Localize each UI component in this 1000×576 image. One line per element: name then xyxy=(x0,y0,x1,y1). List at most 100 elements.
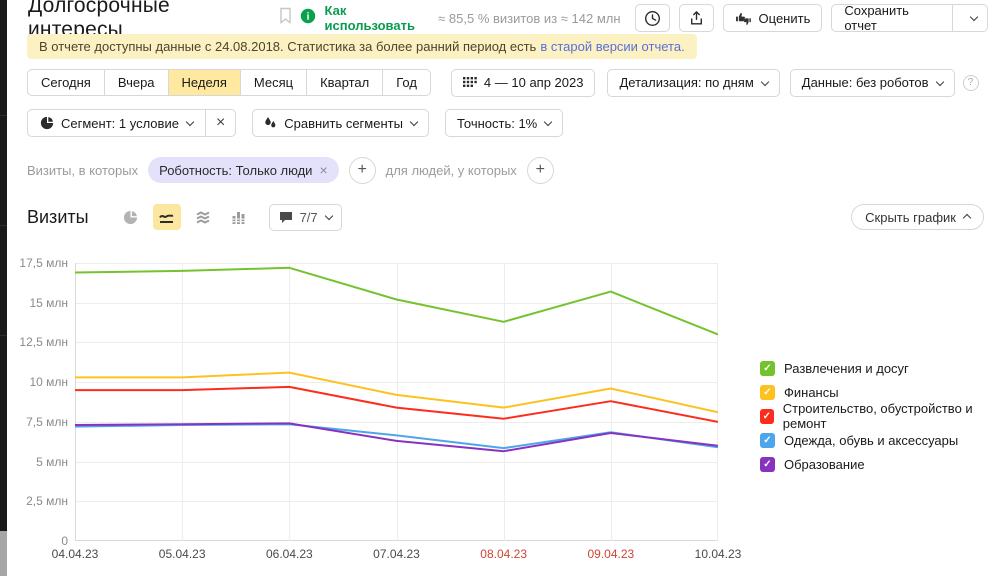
history-button[interactable] xyxy=(635,4,670,32)
help-icon[interactable]: ? xyxy=(963,75,979,91)
edge-divider xyxy=(0,115,7,116)
series-line xyxy=(75,424,718,448)
add-visit-condition-button[interactable]: + xyxy=(349,157,376,184)
series-count-dropdown[interactable]: 7/7 xyxy=(269,204,342,231)
chevron-down-icon xyxy=(761,77,769,85)
people-filter-label: для людей, у которых xyxy=(386,163,517,178)
chart-legend: ✓ Развлечения и досуг ✓ Финансы ✓Строительст… xyxy=(760,356,1000,476)
data-source-select[interactable]: Данные: без роботов xyxy=(790,69,955,97)
robots-filter-label: Роботность: Только люди xyxy=(159,163,312,178)
left-window-edge xyxy=(0,0,7,576)
info-icon: i xyxy=(300,8,316,29)
bookmark-icon[interactable] xyxy=(278,7,293,29)
legend-checkbox-icon[interactable]: ✓ xyxy=(760,385,775,400)
legend-item[interactable]: ✓ Развлечения и досуг xyxy=(760,356,1000,380)
metrica-report-page: Долгосрочные интересы i Как использовать… xyxy=(0,0,1000,576)
segment-button[interactable]: Сегмент: 1 условие xyxy=(28,110,205,136)
hide-chart-button[interactable]: Скрыть график xyxy=(851,204,984,230)
legend-label: Образование xyxy=(784,457,865,472)
x-tick-label: 05.04.23 xyxy=(147,547,217,561)
tab-quarter[interactable]: Квартал xyxy=(307,69,383,96)
y-tick-label: 10 млн xyxy=(4,375,68,389)
banner-text: В отчете доступны данные с 24.08.2018. С… xyxy=(39,39,536,54)
pie-segment-icon xyxy=(40,116,54,130)
y-tick-label: 12,5 млн xyxy=(4,335,68,349)
close-icon[interactable]: × xyxy=(319,162,327,178)
area-chart-type-button[interactable] xyxy=(189,204,217,230)
chevron-down-icon xyxy=(186,118,194,126)
series-count-label: 7/7 xyxy=(300,210,318,225)
x-tick-label: 10.04.23 xyxy=(683,547,753,561)
thumbs-icon xyxy=(735,11,752,25)
line-chart-type-button[interactable] xyxy=(153,204,181,230)
segment-clear-button[interactable]: × xyxy=(205,110,235,136)
data-availability-banner: В отчете доступны данные с 24.08.2018. С… xyxy=(27,34,697,59)
rate-button[interactable]: Оценить xyxy=(723,4,823,32)
save-report-menu-button[interactable] xyxy=(952,5,987,31)
old-report-link[interactable]: в старой версии отчета. xyxy=(540,39,684,54)
legend-label: Развлечения и досуг xyxy=(784,361,909,376)
how-to-use-link[interactable]: Как использовать xyxy=(325,3,439,33)
save-report-split-button: Сохранить отчет xyxy=(831,4,988,32)
legend-item[interactable]: ✓Одежда, обувь и аксессуары xyxy=(760,428,1000,452)
legend-checkbox-icon[interactable]: ✓ xyxy=(760,457,775,472)
legend-checkbox-icon[interactable]: ✓ xyxy=(760,409,774,424)
legend-checkbox-icon[interactable]: ✓ xyxy=(760,361,775,376)
column-chart-type-button[interactable] xyxy=(225,204,253,230)
chevron-down-icon xyxy=(970,13,978,21)
y-tick-label: 0 xyxy=(4,534,68,548)
y-tick-label: 17,5 млн xyxy=(4,256,68,270)
period-tab-group: Сегодня Вчера Неделя Месяц Квартал Год xyxy=(27,69,431,96)
chevron-down-icon xyxy=(410,118,418,126)
segment-controls: Сегмент: 1 условие × Сравнить сегменты Т… xyxy=(27,109,563,137)
columns-icon xyxy=(231,210,247,225)
calendar-grid-icon xyxy=(463,77,477,89)
accuracy-label: Точность: 1% xyxy=(457,116,537,131)
legend-checkbox-icon[interactable]: ✓ xyxy=(760,433,775,448)
compare-segments-button[interactable]: Сравнить сегменты xyxy=(252,109,429,137)
svg-text:i: i xyxy=(306,11,309,22)
series-line xyxy=(75,423,718,451)
save-report-button[interactable]: Сохранить отчет xyxy=(832,5,952,31)
x-tick-label: 07.04.23 xyxy=(362,547,432,561)
segment-button-label: Сегмент: 1 условие xyxy=(61,116,179,131)
stacked-areas-icon xyxy=(195,210,211,225)
x-tick-label: 04.04.23 xyxy=(40,547,110,561)
series-line xyxy=(75,387,718,422)
visits-filter-label: Визиты, в которых xyxy=(27,163,138,178)
robots-filter-chip[interactable]: Роботность: Только люди × xyxy=(148,157,339,183)
y-tick-label: 7,5 млн xyxy=(4,415,68,429)
tab-month[interactable]: Месяц xyxy=(241,69,307,96)
accuracy-select[interactable]: Точность: 1% xyxy=(445,109,563,137)
tab-today[interactable]: Сегодня xyxy=(27,69,105,96)
series-line xyxy=(75,268,718,335)
legend-label: Финансы xyxy=(784,385,839,400)
chevron-down-icon xyxy=(544,118,552,126)
legend-item[interactable]: ✓Строительство, обустройство и ремонт xyxy=(760,404,1000,428)
chevron-down-icon xyxy=(324,212,332,220)
pie-chart-type-button[interactable] xyxy=(117,204,145,230)
legend-item[interactable]: ✓ Образование xyxy=(760,452,1000,476)
hide-chart-label: Скрыть график xyxy=(865,210,956,225)
clock-icon xyxy=(644,10,661,27)
visits-sample-summary: ≈ 85,5 % визитов из ≈ 142 млн xyxy=(438,11,620,26)
filter-row: Визиты, в которых Роботность: Только люд… xyxy=(27,157,554,183)
date-range-button[interactable]: 4 — 10 апр 2023 xyxy=(451,69,596,97)
report-header: Долгосрочные интересы i Как использовать… xyxy=(28,4,988,32)
tab-year[interactable]: Год xyxy=(383,69,431,96)
speech-bubble-icon xyxy=(279,211,293,224)
segment-split-button: Сегмент: 1 условие × xyxy=(27,109,236,137)
line-chart-icon xyxy=(158,209,175,225)
close-icon: × xyxy=(216,114,225,132)
edge-divider xyxy=(0,225,7,226)
export-button[interactable] xyxy=(679,4,714,32)
period-controls: Сегодня Вчера Неделя Месяц Квартал Год 4… xyxy=(27,69,979,96)
detail-select[interactable]: Детализация: по дням xyxy=(607,69,779,97)
tab-week[interactable]: Неделя xyxy=(169,69,241,96)
date-range-label: 4 — 10 апр 2023 xyxy=(484,75,584,90)
add-people-condition-button[interactable]: + xyxy=(527,157,554,184)
visits-chart-plot[interactable] xyxy=(75,263,718,541)
pie-chart-icon xyxy=(123,210,138,225)
data-source-label: Данные: без роботов xyxy=(802,75,929,90)
tab-yesterday[interactable]: Вчера xyxy=(105,69,169,96)
